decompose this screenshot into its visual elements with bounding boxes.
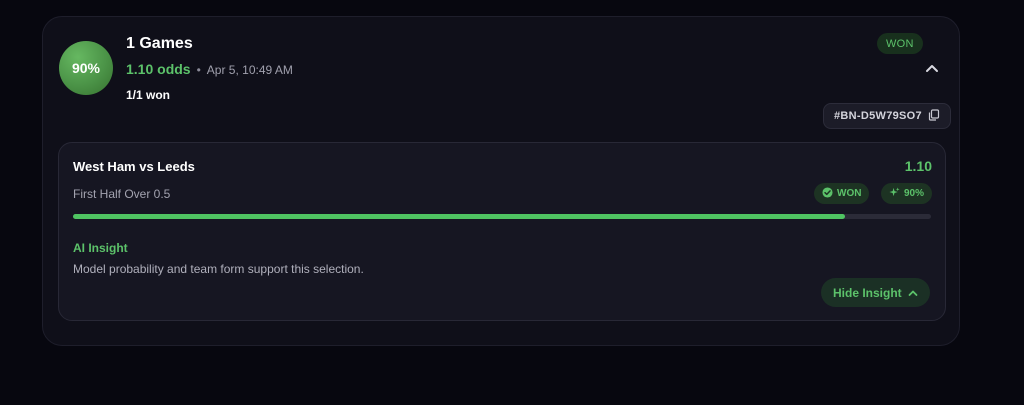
insight-text: Model probability and team form support …	[73, 262, 364, 276]
confidence-badge-label: 90%	[904, 188, 925, 199]
selection-panel: West Ham vs Leeds 1.10 First Half Over 0…	[58, 142, 946, 321]
selection-odds: 1.10	[904, 158, 932, 174]
total-odds: 1.10 odds	[126, 61, 191, 77]
chevron-up-icon	[908, 286, 918, 300]
confidence-progress	[73, 214, 931, 219]
reference-code: #BN-D5W79SO7	[834, 110, 922, 122]
market-name: First Half Over 0.5	[73, 187, 171, 201]
copy-icon[interactable]	[928, 108, 940, 124]
sparkle-icon	[889, 186, 900, 201]
reference-pill[interactable]: #BN-D5W79SO7	[823, 103, 951, 129]
separator-dot: •	[196, 63, 201, 77]
bet-timestamp: Apr 5, 10:49 AM	[206, 63, 293, 77]
check-circle-icon	[822, 186, 833, 201]
bet-title: 1 Games	[126, 35, 193, 52]
bet-card: 90% 1 Games 1.10 odds • Apr 5, 10:49 AM …	[42, 16, 960, 346]
hide-insight-button[interactable]: Hide Insight	[821, 278, 930, 307]
hide-insight-label: Hide Insight	[833, 285, 902, 300]
progress-fill	[73, 214, 846, 219]
insight-title: AI Insight	[73, 241, 128, 255]
won-badge: WON	[814, 183, 870, 204]
odds-line: 1.10 odds • Apr 5, 10:49 AM	[126, 61, 293, 77]
result-count: 1/1 won	[126, 88, 171, 102]
match-name: West Ham vs Leeds	[73, 159, 195, 174]
confidence-badge: 90%	[881, 183, 933, 204]
confidence-value: 90%	[71, 60, 101, 76]
won-badge-label: WON	[837, 188, 862, 199]
chevron-up-icon[interactable]	[923, 59, 941, 77]
status-badge: WON	[877, 33, 923, 54]
confidence-ring: 90%	[59, 41, 113, 95]
